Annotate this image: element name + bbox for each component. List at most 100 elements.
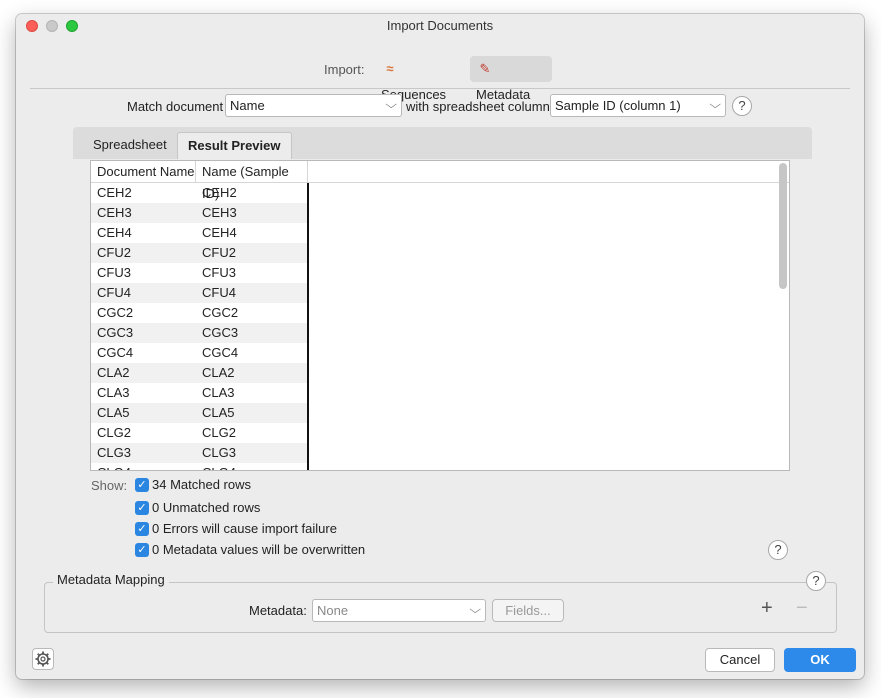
document-name-cell: CFU3	[97, 265, 131, 280]
import-type-selector: Import: ≈Sequences ✎Metadata	[16, 56, 864, 102]
result-preview-table[interactable]: Document Name Name (Sample ID) CEH2 CEH2 …	[90, 160, 790, 471]
table-row[interactable]: CGC4 CGC4	[91, 343, 308, 363]
table-row[interactable]: CGC3 CGC3	[91, 323, 308, 343]
table-row[interactable]: CLA5 CLA5	[91, 403, 308, 423]
import-label: Import:	[324, 62, 365, 77]
table-row[interactable]: CGC2 CGC2	[91, 303, 308, 323]
document-name-cell: CGC2	[97, 305, 134, 320]
sample-id-cell: CGC3	[202, 325, 239, 340]
tab-spreadsheet[interactable]: Spreadsheet	[83, 132, 177, 159]
column-divider	[307, 183, 309, 470]
document-name-cell: CLG3	[97, 445, 131, 460]
table-row[interactable]: CLG2 CLG2	[91, 423, 308, 443]
document-name-cell: CFU4	[97, 285, 131, 300]
table-row[interactable]: CLA2 CLA2	[91, 363, 308, 383]
ok-button[interactable]: OK	[784, 648, 856, 672]
tab-result-preview[interactable]: Result Preview	[177, 132, 292, 159]
document-name-cell: CLG4	[91, 463, 196, 470]
document-name-cell: CLG2	[97, 425, 131, 440]
sample-id-cell: CLG4	[196, 463, 308, 470]
remove-mapping-button[interactable]: −	[796, 598, 808, 618]
checkbox-checked-icon[interactable]: ✓	[135, 522, 149, 536]
document-name-cell: CLA3	[97, 385, 130, 400]
table-row[interactable]: CEH4 CEH4	[91, 223, 308, 243]
tab-bar: Spreadsheet Result Preview	[73, 127, 812, 159]
metadata-label: Metadata:	[249, 603, 307, 618]
table-row[interactable]: CLA3 CLA3	[91, 383, 308, 403]
match-row: Match document Name ⌵ with spreadsheet c…	[16, 94, 864, 118]
import-documents-dialog: Import Documents Import: ≈Sequences ✎Met…	[16, 14, 864, 679]
checkbox-checked-icon[interactable]: ✓	[135, 501, 149, 515]
sample-id-cell: CGC2	[202, 305, 239, 320]
document-name-cell: CGC3	[97, 325, 134, 340]
sample-id-cell: CFU3	[202, 265, 236, 280]
sample-id-cell: CGC4	[202, 345, 239, 360]
fields-button[interactable]: Fields...	[492, 599, 564, 622]
title-bar: Import Documents	[16, 14, 864, 38]
edit-document-icon: ✎	[479, 61, 491, 76]
checkbox-checked-icon[interactable]: ✓	[135, 478, 149, 492]
checkbox-checked-icon[interactable]: ✓	[135, 543, 149, 557]
show-help-button[interactable]: ?	[768, 540, 788, 560]
column-header-document-name[interactable]: Document Name	[91, 161, 196, 183]
metadata-mapping-title: Metadata Mapping	[53, 572, 169, 587]
metadata-select-value: None	[317, 603, 349, 618]
chevron-down-icon: ⌵	[384, 99, 397, 111]
sample-id-cell: CLG3	[202, 445, 236, 460]
table-body: CEH2 CEH2 CEH3 CEH3 CEH4 CEH4 CFU2 CFU2 CFU3…	[91, 183, 308, 470]
add-mapping-button[interactable]: +	[761, 598, 773, 618]
sample-id-cell: CLA5	[202, 405, 235, 420]
import-metadata-button[interactable]: ✎Metadata	[470, 56, 552, 102]
table-row[interactable]: CFU2 CFU2	[91, 243, 308, 263]
table-row[interactable]: CLG3 CLG3	[91, 443, 308, 463]
document-field-select[interactable]: Name ⌵	[225, 94, 402, 117]
table-scrollbar[interactable]	[779, 163, 787, 289]
help-icon: ?	[812, 573, 820, 588]
options-button[interactable]	[32, 648, 54, 670]
cancel-button[interactable]: Cancel	[705, 648, 775, 672]
column-header-sample-id[interactable]: Name (Sample ID)	[196, 161, 308, 201]
match-help-button[interactable]: ?	[732, 96, 752, 116]
document-name-cell: CGC4	[97, 345, 134, 360]
document-name-cell: CFU2	[97, 245, 131, 260]
zoom-window-button[interactable]	[66, 20, 78, 32]
table-row[interactable]: CEH3 CEH3	[91, 203, 308, 223]
sample-id-cell: CLA2	[202, 365, 235, 380]
sample-id-cell: CEH4	[202, 225, 237, 240]
document-name-cell: CEH2	[97, 185, 132, 200]
show-overwritten-label: 0 Metadata values will be overwritten	[152, 542, 366, 557]
sample-id-cell: CEH2	[202, 185, 237, 200]
chevron-down-icon: ⌵	[468, 604, 481, 616]
import-sequences-button[interactable]: ≈Sequences	[375, 56, 467, 102]
sample-id-cell: CFU2	[202, 245, 236, 260]
sample-id-cell: CEH3	[202, 205, 237, 220]
close-window-button[interactable]	[26, 20, 38, 32]
gear-icon	[35, 651, 51, 667]
table-row[interactable]: CFU4 CFU4	[91, 283, 308, 303]
help-icon: ?	[738, 98, 746, 113]
chevron-down-icon: ⌵	[708, 99, 721, 111]
help-icon: ?	[774, 542, 782, 557]
show-unmatched-rows-label: 0 Unmatched rows	[152, 500, 261, 515]
mapping-help-button[interactable]: ?	[806, 571, 826, 591]
document-name-cell: CEH4	[97, 225, 132, 240]
table-row[interactable]: CFU3 CFU3	[91, 263, 308, 283]
dna-icon: ≈	[386, 61, 394, 76]
sample-id-cell: CLG2	[202, 425, 236, 440]
document-name-cell: CLA5	[97, 405, 130, 420]
document-name-cell: CEH3	[97, 205, 132, 220]
divider	[30, 88, 850, 89]
table-row[interactable]: CEH2 CEH2	[91, 183, 308, 203]
document-name-cell: CLA2	[97, 365, 130, 380]
window-title: Import Documents	[386, 18, 494, 33]
table-row[interactable]: CLG4CLG4	[91, 463, 308, 470]
sample-id-cell: CLA3	[202, 385, 235, 400]
minimize-window-button[interactable]	[46, 20, 58, 32]
spreadsheet-column-value: Sample ID (column 1)	[555, 98, 681, 113]
table-header: Document Name Name (Sample ID)	[91, 161, 789, 201]
metadata-select[interactable]: None ⌵	[312, 599, 486, 622]
sample-id-cell: CFU4	[202, 285, 236, 300]
show-errors-label: 0 Errors will cause import failure	[152, 521, 337, 536]
spreadsheet-column-select[interactable]: Sample ID (column 1) ⌵	[550, 94, 726, 117]
show-label: Show:	[91, 478, 128, 493]
